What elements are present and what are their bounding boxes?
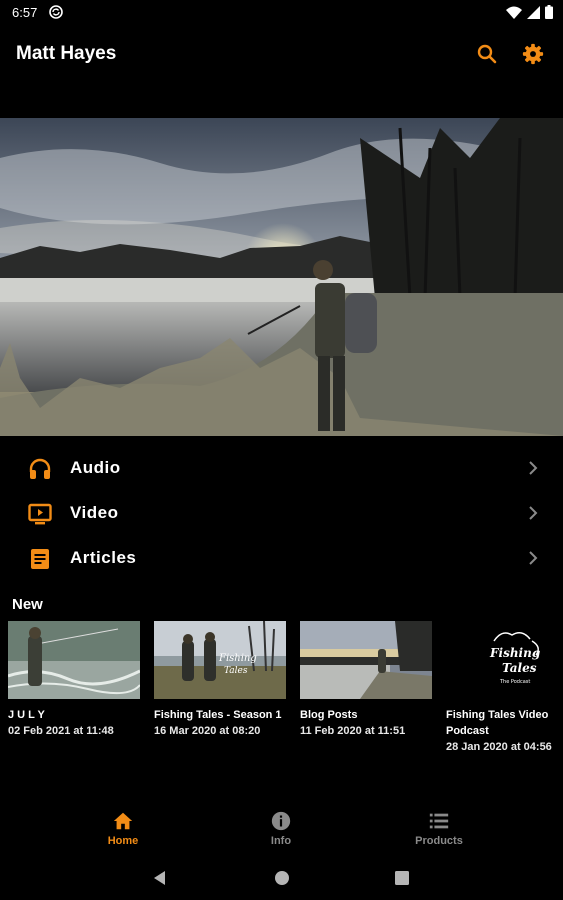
menu-item-audio[interactable]: Audio [0, 446, 563, 491]
settings-button[interactable] [519, 40, 547, 68]
svg-text:Fishing: Fishing [218, 653, 257, 664]
recents-icon[interactable] [392, 868, 412, 888]
info-icon [271, 811, 291, 831]
menu-item-label: Articles [70, 548, 137, 567]
nav-item-info[interactable]: Info [231, 806, 331, 856]
chevron-right-icon [529, 551, 538, 565]
tv-play-icon [28, 503, 52, 525]
system-navigation-bar [0, 856, 563, 900]
home-icon [113, 812, 133, 830]
content-card[interactable]: Fishing Tales The Podcast Fishing Tales … [446, 621, 563, 755]
card-thumbnail: Fishing Tales [154, 621, 286, 699]
bottom-navigation: Home Info Products [0, 806, 563, 856]
gear-icon [522, 43, 544, 65]
category-menu: Audio Video Articles [0, 446, 563, 581]
nav-label: Home [107, 835, 139, 847]
status-bar: 6:57 [0, 0, 563, 26]
svg-text:The Podcast: The Podcast [499, 679, 530, 685]
svg-text:Tales: Tales [224, 666, 248, 676]
menu-item-articles[interactable]: Articles [0, 536, 563, 581]
card-thumbnail [8, 621, 140, 699]
app-title: Matt Hayes [16, 43, 117, 64]
nav-label: Products [415, 835, 463, 847]
chevron-right-icon [529, 461, 538, 475]
chevron-right-icon [529, 506, 538, 520]
signal-icon [527, 5, 540, 19]
card-title: Blog Posts [300, 709, 358, 721]
card-title: Fishing Tales - Season 1 [154, 709, 282, 721]
sync-icon [49, 5, 63, 19]
headphones-icon [29, 458, 51, 479]
app-bar: Matt Hayes [0, 26, 563, 82]
nav-item-home[interactable]: Home [73, 806, 173, 856]
status-time: 6:57 [12, 5, 38, 20]
card-thumbnail [300, 621, 432, 699]
article-icon [31, 549, 49, 569]
home-circle-icon[interactable] [272, 868, 292, 888]
nav-item-products[interactable]: Products [389, 806, 489, 856]
search-icon [477, 44, 497, 64]
list-icon [429, 813, 449, 829]
menu-item-label: Video [70, 503, 119, 522]
new-section-title: New [12, 596, 43, 613]
content-card[interactable]: Blog Posts 11 Feb 2020 at 11:51 [300, 621, 432, 739]
card-date: 28 Jan 2020 at 04:56 [446, 741, 552, 753]
nav-label: Info [270, 835, 292, 847]
card-thumbnail: Fishing Tales The Podcast [446, 621, 563, 699]
content-card[interactable]: Fishing Tales Fishing Tales - Season 1 1… [154, 621, 286, 739]
hero-image [0, 118, 563, 436]
menu-item-label: Audio [70, 458, 121, 477]
svg-text:Tales: Tales [502, 661, 537, 675]
menu-item-video[interactable]: Video [0, 491, 563, 536]
battery-icon [545, 5, 553, 19]
svg-text:Fishing: Fishing [489, 646, 540, 660]
card-title: Fishing Tales Video Podcast [446, 709, 549, 737]
card-date: 02 Feb 2021 at 11:48 [8, 725, 114, 737]
card-title: J U L Y [8, 709, 45, 721]
status-icons [506, 5, 553, 19]
new-content-carousel[interactable]: J U L Y 02 Feb 2021 at 11:48 Fishing Tal… [8, 621, 563, 761]
search-button[interactable] [473, 40, 501, 68]
card-date: 16 Mar 2020 at 08:20 [154, 725, 261, 737]
card-date: 11 Feb 2020 at 11:51 [300, 725, 406, 737]
content-card[interactable]: J U L Y 02 Feb 2021 at 11:48 [8, 621, 140, 739]
wifi-icon [506, 6, 522, 19]
back-icon[interactable] [150, 868, 170, 888]
